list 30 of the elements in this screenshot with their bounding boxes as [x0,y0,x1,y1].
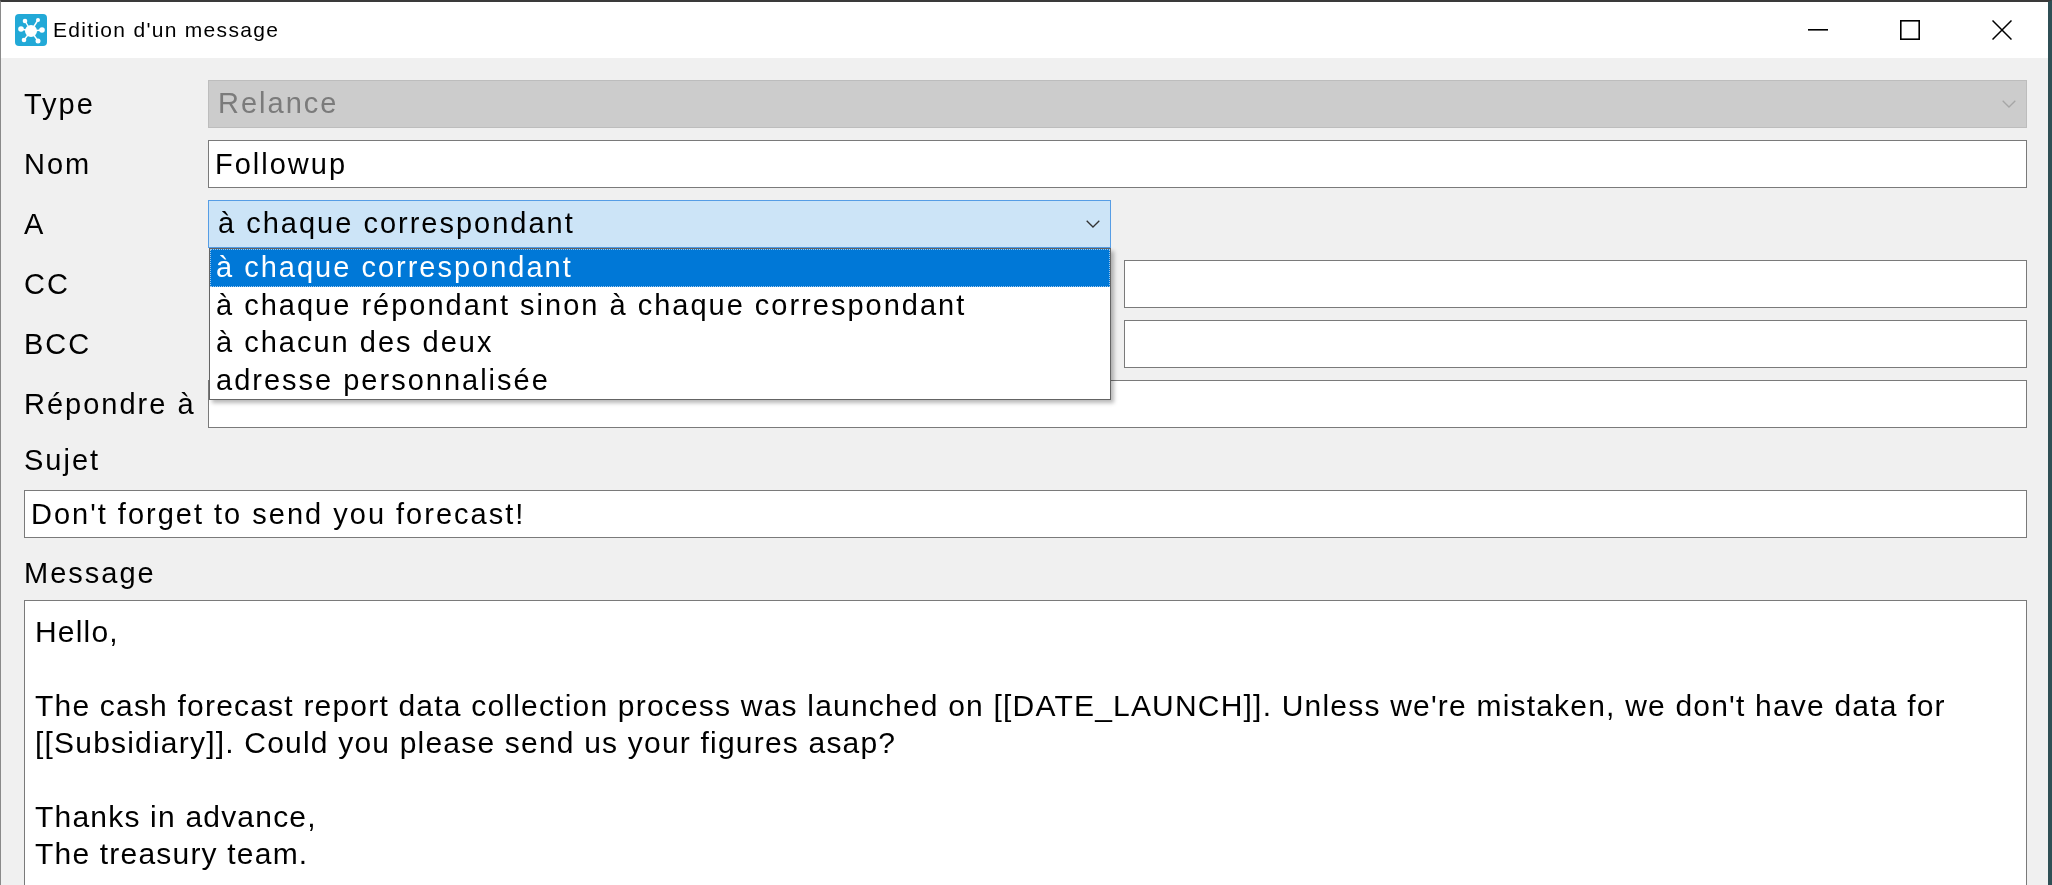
window-title: Edition d'un message [53,17,280,43]
subject-field[interactable]: Don't forget to send you forecast! [24,490,2027,538]
chevron-down-icon [1086,220,1100,228]
field-label: Nom [24,146,92,182]
field-label: BCC [24,326,92,362]
select-field: Relance [208,80,2027,128]
field-label: CC [24,266,70,302]
message-text: Hello, [35,614,120,650]
dropdown-option[interactable]: à chacun des deux [210,324,1110,362]
field-label: Répondre à [24,386,196,422]
field-label: A [24,206,46,242]
field-label: Type [24,86,95,122]
chevron-down-icon [2002,100,2016,108]
close-icon [1992,20,2012,40]
address-field[interactable] [1124,320,2027,368]
message-text: The treasury team. [35,836,310,872]
message-text: The cash forecast report data collection process was launched on [[DATE_LAUNCH]]. Unless we're mistaken, we don't have data for [[Subsidiary]]. Could you please send us your figures asap? [35,688,1947,761]
input-field[interactable]: Followup [208,140,2027,188]
field-label: Message [24,555,156,591]
select-field[interactable]: à chaque correspondant [208,200,1111,248]
network-icon [15,14,47,46]
dropdown-option[interactable]: à chaque correspondant [210,249,1110,287]
message-field[interactable] [24,600,2027,885]
dropdown-option[interactable]: adresse personnalisée [210,361,1110,399]
maximize-icon [1900,20,1920,40]
minimize-icon [1808,29,1828,31]
address-field[interactable] [1124,260,2027,308]
dropdown-option[interactable]: à chaque répondant sinon à chaque correspondant [210,286,1110,324]
message-text: Thanks in advance, [35,799,318,835]
field-label: Sujet [24,442,101,478]
